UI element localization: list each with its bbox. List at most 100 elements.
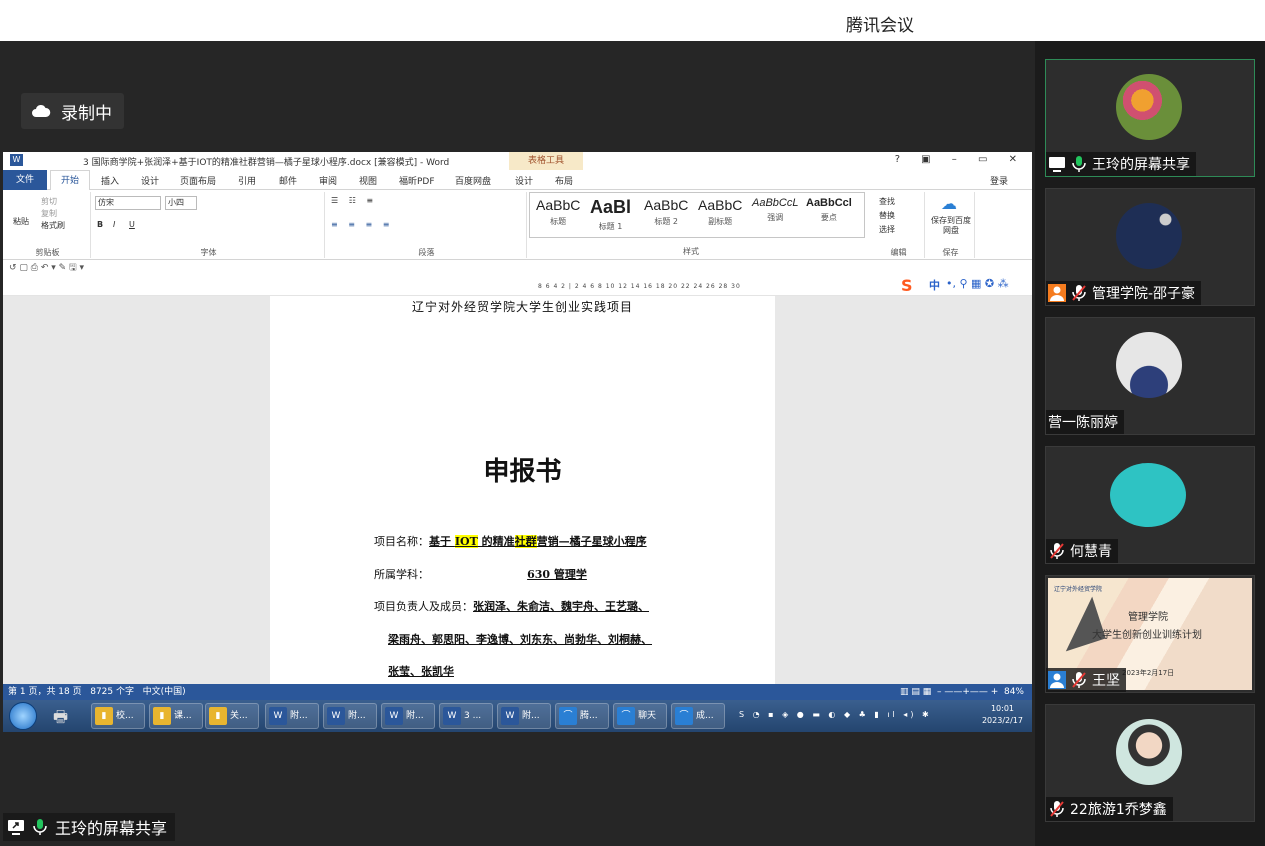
participant-tile[interactable]: 22旅游1乔梦鑫	[1045, 704, 1255, 822]
screen-share-label: 王玲的屏幕共享	[3, 813, 176, 841]
paragraph-label: 段落	[418, 248, 435, 257]
windows-taskbar: 🖶 ▮ 校... ▮ 课... ▮ 关... W 附... W 附... W 附... W 3 ... W 附…	[3, 700, 1032, 732]
taskbar-button[interactable]: ▮ 课...	[149, 703, 203, 729]
window-controls[interactable]: ? ▣ – ▭ ✕	[895, 154, 1026, 165]
style-subtitle[interactable]: AaBbC 副标题	[698, 197, 742, 227]
style-heading2[interactable]: AaBbC 标题 2	[644, 197, 688, 227]
taskbar-button[interactable]: ⌒ 腾...	[555, 703, 609, 729]
align-buttons[interactable]: ≡ ≡ ≡ ≡	[331, 220, 393, 229]
select-button[interactable]: 选择	[879, 224, 895, 235]
tab-references[interactable]: 引用	[238, 174, 256, 187]
tab-foxit-pdf[interactable]: 福昕PDF	[399, 174, 435, 187]
mic-muted-icon	[1072, 672, 1086, 688]
taskbar-button[interactable]: ⌒ 聊天	[613, 703, 667, 729]
start-button[interactable]	[9, 702, 37, 730]
format-painter-button[interactable]: 格式刷	[41, 220, 65, 231]
list-buttons[interactable]: ☰ ☷ ≡	[331, 196, 377, 205]
zoom-level[interactable]: ▥ ▤ ▦ – ——+—— + 84%	[900, 684, 1024, 700]
tab-baidu-netdisk[interactable]: 百度网盘	[455, 174, 491, 187]
ime-toolbar[interactable]: S 中 •, ⚲ ▦ ✪ ⁂	[901, 277, 1009, 295]
field-members: 项目负责人及成员：张润泽、朱俞洁、魏宇舟、王艺璐、	[374, 600, 649, 613]
taskbar-button-label: 课...	[174, 711, 192, 721]
taskbar-button-label: 附...	[522, 711, 540, 721]
taskbar-button[interactable]: W3 ...	[439, 703, 493, 729]
replace-button[interactable]: 替换	[879, 210, 895, 221]
find-button[interactable]: 查找	[879, 196, 895, 207]
recording-badge[interactable]: 录制中	[21, 93, 124, 129]
tab-table-design[interactable]: 设计	[515, 174, 533, 187]
style-heading1[interactable]: AaBl 标题 1	[590, 197, 631, 232]
taskbar-button-label: 腾...	[580, 711, 598, 721]
font-label: 字体	[200, 248, 217, 257]
styles-label: 样式	[683, 247, 699, 256]
tab-home[interactable]: 开始	[50, 170, 90, 190]
mic-muted-icon	[1072, 285, 1086, 301]
taskbar-button[interactable]: W 附...	[497, 703, 551, 729]
tab-file[interactable]: 文件	[3, 170, 47, 190]
taskbar-button[interactable]: ▮ 校...	[91, 703, 145, 729]
participant-tile[interactable]: 管理学院-邵子豪	[1045, 188, 1255, 306]
horizontal-ruler[interactable]: 8 6 4 2 | 2 4 6 8 10 12 14 16 18 20 22 2…	[538, 283, 741, 290]
tab-layout[interactable]: 页面布局	[180, 174, 216, 187]
style-title[interactable]: AaBbC 标题	[536, 197, 580, 227]
taskbar-button-label: 附...	[348, 711, 366, 721]
style-emphasis[interactable]: AaBbCcL 强调	[752, 197, 798, 223]
font-name-select[interactable]: 仿宋	[95, 196, 161, 210]
tab-mailings[interactable]: 邮件	[279, 174, 297, 187]
style-strong[interactable]: AaBbCcl 要点	[806, 197, 852, 223]
recording-label: 录制中	[61, 103, 112, 124]
clipboard-group: 粘贴 剪切 复制 格式刷 剪贴板	[5, 192, 91, 258]
paste-button[interactable]: 粘贴	[13, 216, 29, 227]
participant-tile[interactable]: 王玲的屏幕共享	[1045, 59, 1255, 177]
meeting-icon: ⌒	[559, 707, 577, 725]
login-link[interactable]: 登录	[990, 174, 1008, 187]
tab-insert[interactable]: 插入	[101, 174, 119, 187]
word-icon: W	[327, 707, 345, 725]
document-title: 3 国际商学院+张润泽+基于IOT的精准社群营销—橘子星球小程序.docx [兼…	[83, 158, 450, 168]
underline-button[interactable]: U	[129, 220, 135, 229]
participant-name-bar: 营一陈丽婷	[1046, 410, 1124, 434]
taskbar-button-label: 校...	[116, 711, 134, 721]
bold-button[interactable]: B	[97, 220, 103, 229]
cut-button[interactable]: 剪切	[41, 196, 57, 207]
slide-decoration	[1052, 596, 1106, 652]
tab-table-layout[interactable]: 布局	[555, 174, 573, 187]
sogou-icon[interactable]: S	[901, 277, 923, 295]
save-label: 保存	[942, 248, 959, 257]
participant-tile[interactable]: 辽宁对外经贸学院 管理学院 大学生创新创业训练计划 2023年2月17日 王坚	[1045, 575, 1255, 693]
taskbar-button[interactable]: ▮ 关...	[205, 703, 259, 729]
taskbar-button[interactable]: ⌒ 成...	[671, 703, 725, 729]
ribbon: 粘贴 剪切 复制 格式刷 剪贴板 仿宋 小四 B I U 字体 ☰ ☷ ≡ ≡ …	[3, 190, 1032, 260]
slide-date: 2023年2月17日	[1122, 669, 1175, 677]
tab-view[interactable]: 视图	[359, 174, 377, 187]
participant-tile[interactable]: 何慧青	[1045, 446, 1255, 564]
app-title: 腾讯会议	[846, 16, 914, 36]
tray-icons[interactable]: S ◔ ▪ ◈ ● ▬ ◐ ◆ ♣ ▮ ıl ◂) ✱	[739, 710, 932, 719]
taskbar-button[interactable]: W 附...	[323, 703, 377, 729]
taskbar-button[interactable]: W 附...	[265, 703, 319, 729]
italic-button[interactable]: I	[113, 220, 115, 229]
folder-icon: ▮	[95, 707, 113, 725]
word-icon: W	[269, 707, 287, 725]
slide-logo: 辽宁对外经贸学院	[1054, 586, 1103, 593]
clipboard-label: 剪贴板	[35, 248, 60, 257]
participant-name: 何慧青	[1070, 544, 1112, 560]
quick-access-toolbar[interactable]: ↺ ▢ ⎙ ↶ ▾ ✎ 🖫 ▾	[3, 260, 1032, 276]
tab-design[interactable]: 设计	[141, 174, 159, 187]
participant-name: 22旅游1乔梦鑫	[1070, 802, 1167, 818]
copy-button[interactable]: 复制	[41, 208, 57, 219]
save-to-baidu-button[interactable]: 保存到百度网盘	[931, 216, 971, 236]
taskbar-button[interactable]: W 附...	[381, 703, 435, 729]
taskbar-button-label: 附...	[290, 711, 308, 721]
ime-tools-icon[interactable]: •, ⚲ ▦ ✪ ⁂	[946, 277, 1009, 295]
printer-icon[interactable]: 🖶	[53, 706, 68, 732]
tab-review[interactable]: 审阅	[319, 174, 337, 187]
field-discipline: 所属学科： 630 管理学	[374, 568, 587, 581]
participant-tile[interactable]: 营一陈丽婷	[1045, 317, 1255, 435]
participant-name: 王坚	[1092, 673, 1120, 689]
document-page[interactable]: 辽宁对外经贸学院大学生创业实践项目 申报书 项目名称：基于 IOT 的精准社群营…	[270, 296, 775, 684]
font-size-select[interactable]: 小四	[165, 196, 197, 210]
table-tools-tab[interactable]: 表格工具	[509, 152, 583, 170]
ime-mode[interactable]: 中	[929, 277, 940, 295]
clock[interactable]: 10:01 2023/2/17	[982, 703, 1023, 727]
